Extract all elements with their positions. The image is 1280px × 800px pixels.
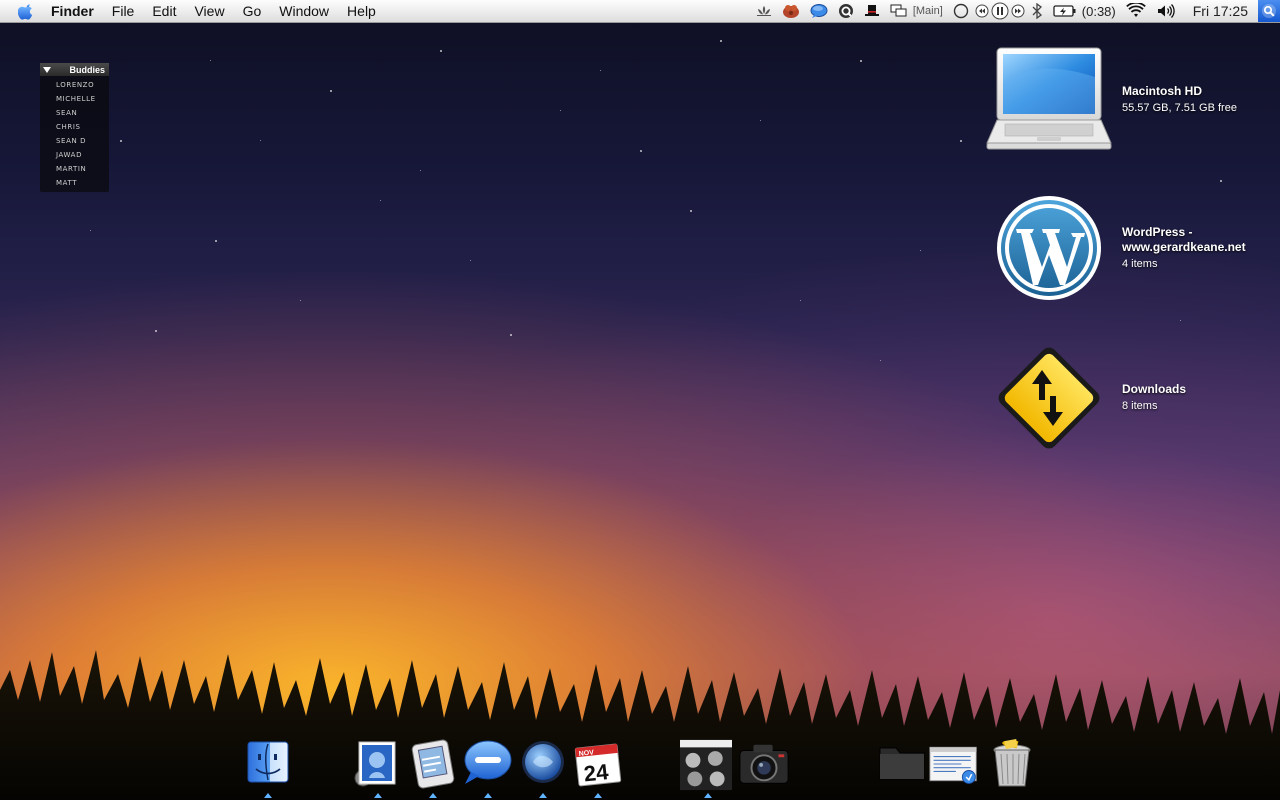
- running-indicator: [539, 793, 547, 798]
- desktop-icon-info: 8 items: [1122, 400, 1158, 412]
- pause-icon[interactable]: [990, 0, 1010, 22]
- buddy-item[interactable]: LORENZO: [40, 78, 109, 92]
- battery-icon[interactable]: [1048, 0, 1082, 22]
- desktop-icon-name: Downloads: [1122, 382, 1187, 396]
- dock: NOV 24: [0, 734, 1280, 800]
- desktop-icon-info: 4 items: [1122, 257, 1158, 270]
- wifi-icon[interactable]: [1121, 0, 1151, 22]
- previous-track-icon[interactable]: [974, 0, 990, 22]
- wordpress-icon: [997, 196, 1101, 300]
- calendar-icon: NOV 24: [574, 743, 622, 787]
- buddy-list: LORENZO MICHELLE SEAN CHRIS SEAN D JAWAD…: [40, 76, 109, 192]
- menu-view[interactable]: View: [185, 0, 233, 22]
- growl-icon[interactable]: [777, 0, 805, 22]
- running-indicator: [594, 793, 602, 798]
- next-track-icon[interactable]: [1010, 0, 1026, 22]
- buddy-item[interactable]: MATT: [40, 176, 109, 190]
- menu-file[interactable]: File: [103, 0, 144, 22]
- menu-go[interactable]: Go: [234, 0, 271, 22]
- menu-edit[interactable]: Edit: [143, 0, 185, 22]
- buddies-header[interactable]: Buddies: [40, 63, 109, 76]
- circle-status-icon[interactable]: [948, 0, 974, 22]
- camera-icon: [739, 744, 789, 784]
- desktop-icon-downloads[interactable]: Downloads 8 items: [984, 343, 1186, 453]
- buddy-item[interactable]: MARTIN: [40, 162, 109, 176]
- desktop-icon-info: 55.57 GB, 7.51 GB free: [1122, 102, 1237, 114]
- buddies-title: Buddies: [69, 64, 105, 75]
- folder-icon: [879, 747, 925, 780]
- desktop-icon-name: Macintosh HD: [1122, 84, 1203, 98]
- calendar-day: 24: [583, 759, 611, 787]
- album-cover-icon: [680, 739, 732, 791]
- spaces-label[interactable]: [Main]: [913, 0, 948, 22]
- desktop-icon-name-line2: www.gerardkeane.net: [1122, 239, 1246, 254]
- dock-camera[interactable]: [738, 738, 790, 794]
- volume-icon[interactable]: [1151, 0, 1181, 22]
- dock-finder[interactable]: [242, 738, 294, 794]
- chat-bubble-icon: [464, 740, 512, 784]
- desktop[interactable]: Finder File Edit View Go Window Help [Ma…: [0, 0, 1280, 800]
- buddy-item[interactable]: SEAN: [40, 106, 109, 120]
- laptop-icon: [986, 47, 1112, 150]
- dock-preview[interactable]: [406, 738, 458, 794]
- dock-folder[interactable]: [876, 738, 928, 794]
- menu-window[interactable]: Window: [270, 0, 338, 22]
- running-indicator: [374, 793, 382, 798]
- menubar-clock[interactable]: Fri 17:25: [1181, 0, 1258, 22]
- window-stack-icon: [929, 746, 977, 784]
- running-indicator: [484, 793, 492, 798]
- buddy-item[interactable]: MICHELLE: [40, 92, 109, 106]
- finder-icon: [247, 741, 289, 783]
- buddies-widget: Buddies LORENZO MICHELLE SEAN CHRIS SEAN…: [40, 63, 109, 192]
- spotlight-icon: [1262, 4, 1276, 18]
- magician-hat-icon[interactable]: [859, 0, 885, 22]
- quicksilver-icon[interactable]: [833, 0, 859, 22]
- dock-ical[interactable]: NOV 24: [572, 738, 624, 794]
- globe-icon: [522, 741, 564, 783]
- menu-extras: [Main] (0:38) Fri 17:25: [751, 0, 1280, 22]
- menu-help[interactable]: Help: [338, 0, 385, 22]
- desktop-icon-macintosh-hd[interactable]: Macintosh HD 55.57 GB, 7.51 GB free: [984, 45, 1237, 155]
- menu-app-finder[interactable]: Finder: [49, 0, 103, 22]
- dock-ichat[interactable]: [461, 738, 513, 794]
- battery-time[interactable]: (0:38): [1082, 0, 1121, 22]
- road-sign-icon: [998, 347, 1100, 449]
- spotlight-button[interactable]: [1258, 0, 1280, 22]
- device-icon: [411, 739, 455, 789]
- apple-menu-icon[interactable]: [18, 3, 35, 20]
- trash-icon: [993, 739, 1031, 787]
- dock-mail[interactable]: [350, 738, 402, 794]
- spaces-icon[interactable]: [885, 0, 913, 22]
- lotus-icon[interactable]: [751, 0, 777, 22]
- dock-album-art[interactable]: [680, 738, 732, 794]
- dock-document-window[interactable]: [928, 738, 980, 794]
- running-indicator: [704, 793, 712, 798]
- mail-stamp-icon: [354, 741, 396, 787]
- disclosure-triangle-icon[interactable]: [43, 66, 51, 73]
- buddy-item[interactable]: JAWAD: [40, 148, 109, 162]
- bluetooth-icon[interactable]: [1026, 0, 1048, 22]
- menu-bar: Finder File Edit View Go Window Help [Ma…: [0, 0, 1280, 23]
- desktop-icon-wordpress[interactable]: WordPress - www.gerardkeane.net 4 items: [984, 193, 1246, 303]
- buddy-item[interactable]: SEAN D: [40, 134, 109, 148]
- dock-trash[interactable]: [986, 738, 1038, 794]
- running-indicator: [264, 793, 272, 798]
- desktop-icon-name: WordPress -: [1122, 224, 1193, 239]
- ichat-status-icon[interactable]: [805, 0, 833, 22]
- buddy-item[interactable]: CHRIS: [40, 120, 109, 134]
- dock-network[interactable]: [517, 738, 569, 794]
- running-indicator: [429, 793, 437, 798]
